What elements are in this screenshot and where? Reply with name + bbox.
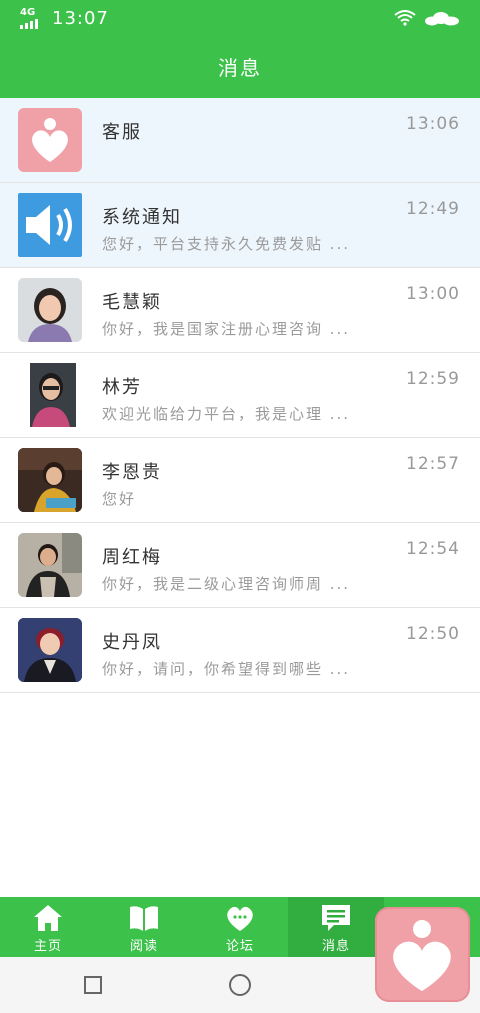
recent-apps-button[interactable] [84, 976, 102, 994]
conversation-item[interactable]: 李恩贵 您好 12:57 [0, 438, 480, 523]
conversation-item[interactable]: 林芳 欢迎光临给力平台，我是心理 ... 12:59 [0, 353, 480, 438]
user-photo-avatar [18, 278, 82, 342]
status-right [394, 10, 460, 26]
home-button[interactable] [229, 974, 251, 996]
message-time: 12:57 [406, 454, 460, 474]
battery-icon [424, 11, 460, 26]
message-preview: 你好，我是国家注册心理咨询 ... [102, 320, 351, 338]
user-photo-avatar [18, 618, 82, 682]
message-preview: 您好 [102, 490, 137, 508]
user-photo-avatar [18, 448, 82, 512]
conversation-item-customer-service[interactable]: 客服 13:06 [0, 98, 480, 183]
user-photo-avatar [18, 363, 82, 427]
message-time: 13:00 [406, 284, 460, 304]
contact-name: 周红梅 [102, 547, 162, 568]
message-preview: 你好，请问，你希望得到哪些 ... [102, 660, 351, 678]
contact-name: 李恩贵 [102, 462, 162, 483]
wifi-icon [394, 10, 416, 26]
message-time: 13:06 [406, 114, 460, 134]
message-preview: 您好，平台支持永久免费发贴 ... [102, 235, 351, 253]
forum-heart-icon [224, 903, 256, 933]
tab-reading[interactable]: 阅读 [96, 897, 192, 957]
message-time: 12:49 [406, 199, 460, 219]
book-icon [128, 903, 160, 933]
tab-label: 消息 [321, 939, 350, 954]
app-logo-icon[interactable] [375, 907, 470, 1002]
conversation-item[interactable]: 毛慧颖 你好，我是国家注册心理咨询 ... 13:00 [0, 268, 480, 353]
message-list: 客服 13:06 系统通知 您好，平台支持永久免费发贴 ... 12:49 毛慧… [0, 98, 480, 693]
tab-label: 主页 [33, 939, 62, 954]
message-time: 12:54 [406, 539, 460, 559]
message-preview: 欢迎光临给力平台，我是心理 ... [102, 405, 351, 423]
user-photo-avatar [18, 533, 82, 597]
tab-label: 论坛 [225, 939, 254, 954]
speaker-avatar [18, 193, 82, 257]
message-time: 12:59 [406, 369, 460, 389]
contact-name: 毛慧颖 [102, 292, 162, 313]
tab-label: 阅读 [129, 939, 158, 954]
contact-name: 史丹凤 [102, 632, 162, 653]
tab-home[interactable]: 主页 [0, 897, 96, 957]
message-time: 12:50 [406, 624, 460, 644]
page-title: 消息 [0, 38, 480, 98]
clock: 13:07 [52, 8, 109, 29]
contact-name: 林芳 [102, 377, 142, 398]
conversation-item[interactable]: 周红梅 你好，我是二级心理咨询师周 ... 12:54 [0, 523, 480, 608]
network-type: 4G [20, 6, 36, 18]
conversation-item-system-notice[interactable]: 系统通知 您好，平台支持永久免费发贴 ... 12:49 [0, 183, 480, 268]
heart-logo-avatar [18, 108, 82, 172]
message-icon [320, 903, 352, 933]
conversation-item[interactable]: 史丹凤 你好，请问，你希望得到哪些 ... 12:50 [0, 608, 480, 693]
status-left: 4G 13:07 [20, 6, 109, 29]
status-bar: 4G 13:07 [0, 0, 480, 38]
contact-name: 客服 [102, 122, 142, 143]
home-icon [32, 903, 64, 933]
tab-messages[interactable]: 消息 [288, 897, 384, 957]
signal-icon: 4G [20, 6, 46, 29]
message-preview: 你好，我是二级心理咨询师周 ... [102, 575, 351, 593]
tab-forum[interactable]: 论坛 [192, 897, 288, 957]
contact-name: 系统通知 [102, 207, 182, 228]
